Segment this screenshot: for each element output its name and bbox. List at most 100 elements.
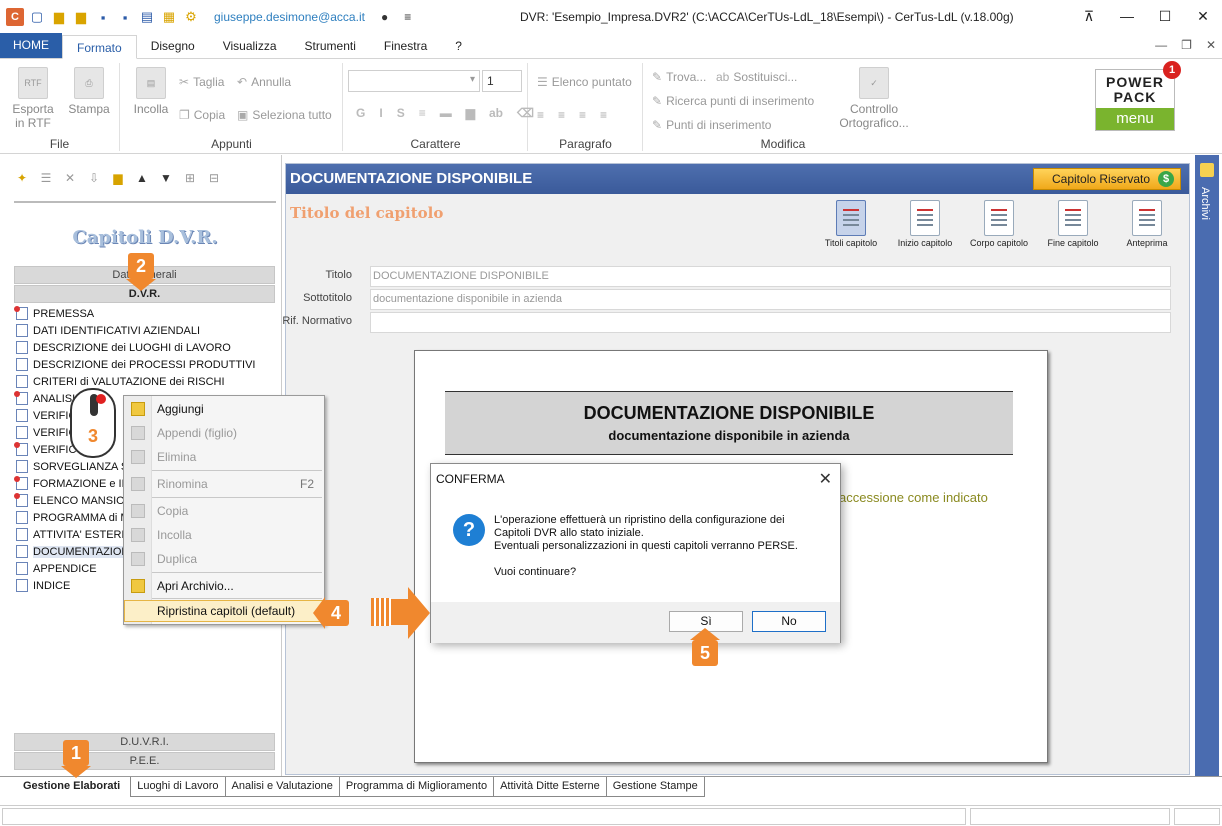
justify-icon[interactable]: ≡: [600, 108, 607, 122]
menu-item-apri-archivio[interactable]: Apri Archivio...: [124, 575, 324, 597]
find-button[interactable]: ✎ Trova...: [652, 70, 706, 84]
spellcheck-button[interactable]: ✓ Controllo Ortografico...: [834, 67, 914, 130]
tool-corpo-capitolo[interactable]: Corpo capitolo: [969, 200, 1029, 248]
menu-item-appendi[interactable]: Appendi (figlio): [124, 422, 324, 444]
font-family-select[interactable]: [348, 70, 480, 92]
new-file-icon[interactable]: ▢: [28, 8, 46, 26]
subtitle-input[interactable]: documentazione disponibile in azienda: [370, 289, 1171, 310]
app-logo[interactable]: C: [6, 8, 24, 26]
import-icon[interactable]: ⇩: [86, 171, 102, 185]
save-icon[interactable]: ▪: [94, 8, 112, 26]
menu-item-elimina[interactable]: Elimina: [124, 446, 324, 468]
doc-close-button[interactable]: ✕: [1206, 38, 1216, 52]
tab-programma-miglioramento[interactable]: Programma di Miglioramento: [338, 777, 495, 797]
menu-item-duplica[interactable]: Duplica: [124, 548, 324, 570]
copy-icon: [131, 504, 145, 518]
menu-item-label: Duplica: [157, 552, 198, 566]
delete-chapter-icon[interactable]: ✕: [62, 171, 78, 185]
chapter-item[interactable]: PREMESSA: [14, 305, 278, 322]
title-bar: C ▢ ▆ ▆ ▪ ▪ ▤ ▦ ⚙ giuseppe.desimone@acca…: [0, 0, 1222, 34]
open-folder-icon[interactable]: ▆: [50, 8, 68, 26]
underline-button[interactable]: S: [397, 106, 405, 120]
select-all-button[interactable]: ▣ Seleziona tutto: [237, 108, 332, 122]
chapter-item[interactable]: DATI IDENTIFICATIVI AZIENDALI: [16, 322, 278, 339]
tab-finestra[interactable]: Finestra: [370, 34, 441, 58]
replace-button[interactable]: ab Sostituisci...: [716, 70, 797, 84]
bold-button[interactable]: G: [356, 106, 365, 120]
tab-visualizza[interactable]: Visualizza: [209, 34, 291, 58]
tab-luoghi-di-lavoro[interactable]: Luoghi di Lavoro: [130, 777, 226, 797]
collapse-icon[interactable]: ⊟: [206, 171, 222, 185]
undo-button[interactable]: ↶ Annulla: [237, 75, 291, 89]
tab-gestione-stampe[interactable]: Gestione Stampe: [605, 777, 705, 797]
tool-inizio-capitolo[interactable]: Inizio capitolo: [895, 200, 955, 248]
insert-points-button[interactable]: ✎ Punti di inserimento: [652, 118, 771, 132]
tab-disegno[interactable]: Disegno: [137, 34, 209, 58]
save-as-icon[interactable]: ▪: [116, 8, 134, 26]
minimize-button[interactable]: —: [1108, 0, 1146, 32]
pin-icon[interactable]: ⊼: [1070, 0, 1108, 32]
align-right-icon[interactable]: ≡: [579, 108, 586, 122]
customize-qat-icon[interactable]: ≡: [404, 10, 411, 24]
user-icon[interactable]: ●: [381, 10, 388, 24]
print-icon[interactable]: ▤: [138, 8, 156, 26]
tool-fine-capitolo[interactable]: Fine capitolo: [1043, 200, 1103, 248]
print-button[interactable]: ⎙ Stampa: [64, 67, 114, 116]
section-pee[interactable]: P.E.E.: [14, 752, 275, 770]
power-pack-button[interactable]: POWER PACK menu: [1095, 69, 1175, 131]
tab-strumenti[interactable]: Strumenti: [291, 34, 370, 58]
title-input[interactable]: DOCUMENTAZIONE DISPONIBILE: [370, 266, 1171, 287]
tool-anteprima[interactable]: Anteprima: [1117, 200, 1177, 248]
bullet-list-button[interactable]: ☰ Elenco puntato: [537, 75, 632, 89]
case-icon[interactable]: ab: [489, 106, 503, 120]
chapter-item[interactable]: DESCRIZIONE dei LUOGHI di LAVORO: [16, 339, 278, 356]
font-color-icon[interactable]: ▆: [466, 106, 475, 120]
menu-item-incolla[interactable]: Incolla: [124, 524, 324, 546]
no-button[interactable]: No: [752, 611, 826, 632]
highlight-icon[interactable]: ▬: [440, 106, 452, 120]
doc-minimize-button[interactable]: —: [1155, 38, 1167, 52]
move-down-icon[interactable]: ▼: [158, 171, 174, 185]
tab-gestione-elaborati[interactable]: Gestione Elaborati: [0, 777, 132, 797]
font-size-input[interactable]: 1: [482, 70, 522, 92]
align-center-icon[interactable]: ≡: [558, 108, 565, 122]
align-left-icon[interactable]: ≡: [537, 108, 544, 122]
doc-restore-button[interactable]: ❐: [1181, 38, 1192, 52]
copy-button[interactable]: ❐ Copia: [179, 108, 225, 122]
export-rtf-button[interactable]: RTF Esporta in RTF: [8, 67, 58, 130]
copy-icon[interactable]: ▦: [160, 8, 178, 26]
tool-titoli-capitolo[interactable]: Titoli capitolo: [821, 200, 881, 248]
tab-analisi-valutazione[interactable]: Analisi e Valutazione: [224, 777, 340, 797]
add-chapter-icon[interactable]: ✦: [14, 171, 30, 185]
chapter-reserved-icon: [14, 306, 28, 320]
reserved-chapter-button[interactable]: Capitolo Riservato $: [1033, 168, 1181, 190]
archivi-sidebar[interactable]: Archivi: [1195, 155, 1219, 777]
tab-home[interactable]: HOME: [0, 33, 62, 58]
rif-input[interactable]: [370, 312, 1171, 333]
chapter-reserved-icon: [14, 476, 28, 490]
tab-help[interactable]: ?: [441, 34, 476, 58]
settings-icon[interactable]: ⚙: [182, 8, 200, 26]
menu-item-aggiungi[interactable]: Aggiungi: [124, 398, 324, 420]
tab-attivita-ditte-esterne[interactable]: Attività Ditte Esterne: [493, 777, 607, 797]
menu-item-rinomina[interactable]: Rinomina F2: [124, 473, 324, 495]
append-child-icon[interactable]: ☰: [38, 171, 54, 185]
menu-item-copia[interactable]: Copia: [124, 500, 324, 522]
italic-button[interactable]: I: [379, 106, 382, 120]
dialog-close-button[interactable]: ✕: [819, 469, 832, 489]
move-up-icon[interactable]: ▲: [134, 171, 150, 185]
close-button[interactable]: ✕: [1184, 0, 1222, 32]
chapter-item[interactable]: DESCRIZIONE dei PROCESSI PRODUTTIVI: [16, 356, 278, 373]
expand-icon[interactable]: ⊞: [182, 171, 198, 185]
maximize-button[interactable]: ☐: [1146, 0, 1184, 32]
paste-button[interactable]: ▤ Incolla: [129, 67, 173, 116]
strike-icon[interactable]: ≡: [419, 106, 426, 120]
archive-icon[interactable]: ▆: [110, 171, 126, 185]
search-points-button[interactable]: ✎ Ricerca punti di inserimento: [652, 94, 814, 108]
tab-formato[interactable]: Formato: [62, 35, 137, 59]
cut-button[interactable]: ✂ Taglia: [179, 75, 224, 89]
open-recent-icon[interactable]: ▆: [72, 8, 90, 26]
section-duvri[interactable]: D.U.V.R.I.: [14, 733, 275, 751]
chapter-item[interactable]: CRITERI di VALUTAZIONE dei RISCHI: [16, 373, 278, 390]
menu-item-ripristina[interactable]: Ripristina capitoli (default): [124, 600, 324, 622]
